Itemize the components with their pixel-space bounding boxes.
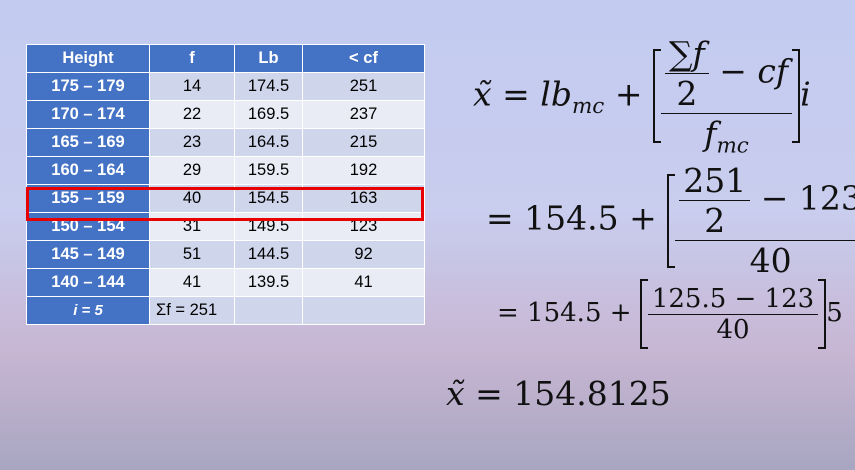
table-row: 165 – 169 23 164.5 215	[26, 128, 425, 157]
formula-plus: +	[614, 74, 643, 114]
cell-f: 14	[149, 72, 235, 101]
cell-lb: 169.5	[234, 100, 303, 129]
step2-mult: 5	[826, 298, 843, 328]
formula-lb-sub: mc	[571, 93, 605, 119]
cell-cf: 41	[302, 268, 425, 297]
minus-cf-text: − cf	[719, 51, 789, 91]
step-2: = 154.5 + 125.5 − 123 40 5	[497, 279, 843, 349]
cell-f: 41	[149, 268, 235, 297]
two-text: 2	[676, 74, 698, 113]
step2-fraction: 125.5 − 123 40	[647, 284, 819, 345]
step1-den: 40	[749, 241, 792, 280]
step2-den: 40	[716, 314, 750, 345]
cell-lb: 144.5	[234, 240, 303, 269]
cell-height: 160 – 164	[26, 156, 150, 185]
step1-num-bottom: 2	[704, 201, 726, 240]
header-height: Height	[26, 44, 150, 73]
frequency-table: Height f Lb < cf 175 – 179 14 174.5 251 …	[26, 44, 425, 325]
formula-lb: lb	[540, 74, 572, 114]
right-bracket	[792, 49, 801, 144]
cell-height: 145 – 149	[26, 240, 150, 269]
table-row: 145 – 149 51 144.5 92	[26, 240, 425, 269]
f-text: f	[704, 114, 717, 153]
cell-cf: 237	[302, 100, 425, 129]
empty-cell	[234, 296, 303, 325]
header-f: f	[149, 44, 235, 73]
cell-lb: 164.5	[234, 128, 303, 157]
table-header-row: Height f Lb < cf	[26, 44, 425, 73]
f-sub: mc	[716, 133, 749, 159]
sum-f: Σf = 251	[149, 296, 235, 325]
step-1: = 154.5 + 2512 − 123 40 5	[486, 161, 855, 280]
formula-fraction: ∑f 2 − cf fmc	[660, 34, 793, 159]
cell-cf: 251	[302, 72, 425, 101]
formula-i: i	[800, 74, 811, 114]
left-bracket	[667, 173, 676, 268]
left-bracket	[639, 279, 648, 349]
cell-f: 51	[149, 240, 235, 269]
table-row: 170 – 174 22 169.5 237	[26, 100, 425, 129]
sum-f-text: ∑f	[664, 34, 709, 74]
cell-cf: 92	[302, 240, 425, 269]
cell-height: 165 – 169	[26, 128, 150, 157]
result-eq: = 154.8125	[475, 374, 671, 413]
header-cf: < cf	[302, 44, 425, 73]
result: x̃ = 154.8125	[446, 374, 671, 413]
cell-height: 170 – 174	[26, 100, 150, 129]
cell-cf: 192	[302, 156, 425, 185]
step2-num: 125.5 − 123	[647, 284, 819, 315]
header-lb: Lb	[234, 44, 303, 73]
step1-minus: − 123	[760, 178, 855, 218]
formula-lhs: x̃	[473, 74, 492, 114]
step1-fraction: 251 2 − 123 40	[675, 161, 855, 280]
table-row: 160 – 164 29 159.5 192	[26, 156, 425, 185]
right-bracket	[818, 279, 827, 349]
cell-cf: 215	[302, 128, 425, 157]
cell-lb: 159.5	[234, 156, 303, 185]
cell-height: 140 – 144	[26, 268, 150, 297]
table-footer-row: i = 5 Σf = 251	[26, 296, 425, 325]
highlight-box	[26, 187, 424, 221]
cell-f: 22	[149, 100, 235, 129]
table-row: 140 – 144 41 139.5 41	[26, 268, 425, 297]
result-lhs: x̃	[446, 374, 465, 413]
formula-eq: =	[502, 74, 530, 114]
cell-lb: 174.5	[234, 72, 303, 101]
cell-lb: 139.5	[234, 268, 303, 297]
cell-height: 175 – 179	[26, 72, 150, 101]
cell-f: 29	[149, 156, 235, 185]
interval-label: i = 5	[26, 296, 150, 325]
cell-f: 23	[149, 128, 235, 157]
step1-num-top: 251	[679, 161, 751, 201]
table-row: 175 – 179 14 174.5 251	[26, 72, 425, 101]
step2-eq: = 154.5 +	[497, 298, 632, 328]
step1-eq: = 154.5 +	[486, 198, 657, 238]
left-bracket	[652, 49, 661, 144]
empty-cell	[302, 296, 425, 325]
median-formula: x̃ = lbmc + ∑f 2 − cf fmc i	[473, 34, 811, 159]
